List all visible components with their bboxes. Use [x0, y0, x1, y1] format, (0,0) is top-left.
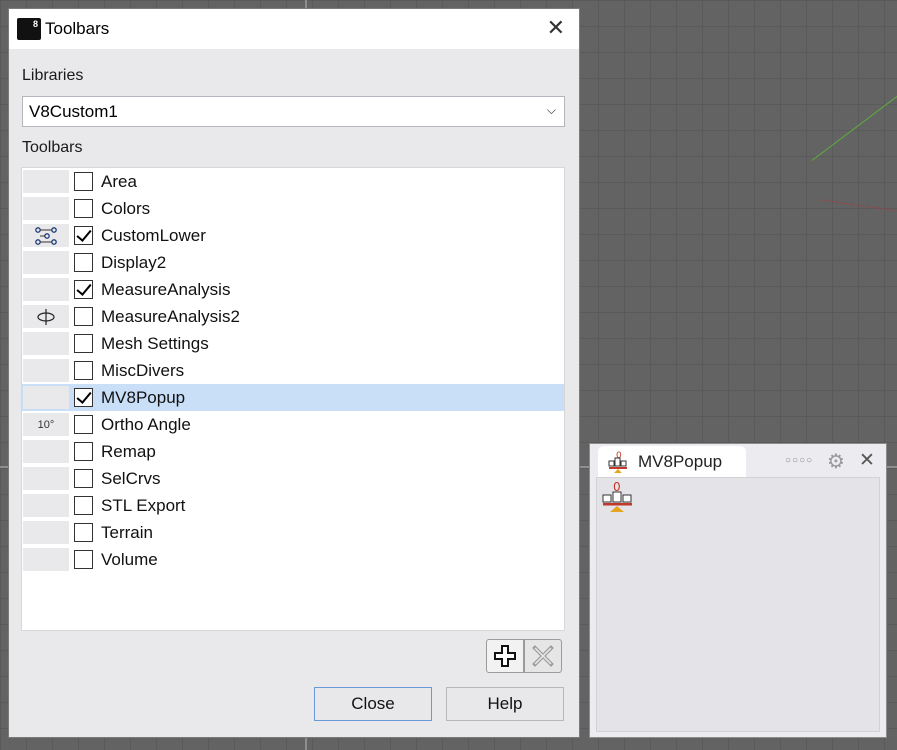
toolbar-checkbox[interactable] — [74, 307, 93, 326]
toolbar-label: MeasureAnalysis — [101, 279, 231, 299]
toolbar-checkbox[interactable] — [74, 253, 93, 272]
mv8popup-icon: 0 — [602, 480, 632, 512]
delete-icon — [532, 645, 554, 667]
plus-icon — [494, 645, 516, 667]
list-item[interactable]: Mesh Settings — [22, 330, 564, 357]
toolbar-thumbnail — [23, 467, 69, 490]
toolbar-thumbnail — [23, 224, 69, 247]
ellipse-axis-icon — [37, 308, 55, 325]
close-button[interactable]: Close — [314, 687, 432, 721]
toolbar-label: Remap — [101, 441, 156, 461]
toolbar-checkbox[interactable] — [74, 334, 93, 353]
toolbar-label: MeasureAnalysis2 — [101, 306, 240, 326]
toolbar-checkbox[interactable] — [74, 550, 93, 569]
toolbar-label: STL Export — [101, 495, 186, 515]
libraries-label: Libraries — [22, 67, 84, 84]
toolbar-label: Colors — [101, 198, 151, 218]
toolbar-label: Volume — [101, 549, 158, 569]
toolbar-thumbnail — [23, 170, 69, 193]
toolbars-dialog: 8 Toolbars ✕ Libraries V8Custom1 ⌵ Toolb… — [8, 8, 580, 738]
mv8popup-toolbar-panel: 0 MV8Popup ○○○○ ⚙ ✕ 0 — [589, 443, 887, 738]
toolbar-label: Area — [101, 171, 137, 191]
chevron-down-icon: ⌵ — [546, 103, 556, 117]
mv8popup-icon: 0 — [608, 451, 627, 473]
list-item[interactable]: Remap — [22, 438, 564, 465]
list-item[interactable]: MiscDivers — [22, 357, 564, 384]
list-item[interactable]: Volume — [22, 546, 564, 573]
viewport-axis-horizontal-left — [0, 466, 8, 468]
mv8popup-button[interactable]: 0 — [601, 480, 635, 519]
help-button[interactable]: Help — [446, 687, 564, 721]
toolbar-checkbox[interactable] — [74, 469, 93, 488]
toolbar-checkbox[interactable] — [74, 361, 93, 380]
toolbar-thumbnail: 10° — [23, 413, 69, 436]
viewport-x-axis-line — [820, 199, 897, 212]
list-item[interactable]: MeasureAnalysis — [22, 276, 564, 303]
list-item[interactable]: Area — [22, 168, 564, 195]
toolbar-checkbox[interactable] — [74, 226, 93, 245]
toolbar-label: SelCrvs — [101, 468, 161, 488]
toolbar-label: Terrain — [101, 522, 153, 542]
toolbar-thumbnail — [23, 386, 69, 409]
toolbar-thumbnail — [23, 332, 69, 355]
list-item[interactable]: STL Export — [22, 492, 564, 519]
list-item[interactable]: Terrain — [22, 519, 564, 546]
list-item[interactable]: SelCrvs — [22, 465, 564, 492]
dialog-title: Toolbars — [45, 19, 110, 38]
toolbar-checkbox[interactable] — [74, 523, 93, 542]
delete-toolbar-button[interactable] — [524, 639, 562, 673]
close-icon[interactable]: ✕ — [547, 16, 565, 40]
panel-drag-handle[interactable]: ○○○○ — [785, 455, 813, 466]
toolbar-thumbnail — [23, 521, 69, 544]
panel-body: 0 — [596, 477, 880, 732]
network-icon — [35, 226, 57, 245]
toolbar-thumbnail — [23, 278, 69, 301]
toolbar-checkbox[interactable] — [74, 199, 93, 218]
toolbar-checkbox[interactable] — [74, 388, 93, 407]
list-item[interactable]: 10° Ortho Angle — [22, 411, 564, 438]
toolbar-checkbox[interactable] — [74, 496, 93, 515]
list-item[interactable]: Colors — [22, 195, 564, 222]
toolbar-list[interactable]: Area Colors CustomLower Display2 Measure… — [21, 167, 565, 631]
toolbar-thumbnail — [23, 305, 69, 328]
toolbar-thumbnail — [23, 494, 69, 517]
panel-tab-label: MV8Popup — [638, 452, 723, 471]
panel-tab[interactable]: 0 MV8Popup — [598, 446, 746, 478]
toolbar-thumbnail — [23, 548, 69, 571]
toolbar-checkbox[interactable] — [74, 415, 93, 434]
library-select[interactable]: V8Custom1 ⌵ — [22, 96, 565, 127]
toolbar-label: MV8Popup — [101, 387, 186, 407]
list-item-selected[interactable]: MV8Popup — [22, 384, 564, 411]
toolbar-thumbnail — [23, 359, 69, 382]
viewport-y-axis-line — [811, 93, 897, 161]
list-item[interactable]: MeasureAnalysis2 — [22, 303, 564, 330]
toolbar-checkbox[interactable] — [74, 442, 93, 461]
toolbar-thumbnail — [23, 251, 69, 274]
list-item[interactable]: Display2 — [22, 249, 564, 276]
viewport-axis-vertical-bottom — [305, 738, 307, 750]
close-icon[interactable]: ✕ — [859, 449, 875, 472]
list-item[interactable]: CustomLower — [22, 222, 564, 249]
viewport-axis-vertical — [305, 0, 307, 8]
toolbar-label: CustomLower — [101, 225, 206, 245]
toolbar-label: Ortho Angle — [101, 414, 191, 434]
toolbar-checkbox[interactable] — [74, 172, 93, 191]
dialog-titlebar[interactable]: 8 Toolbars ✕ — [9, 9, 579, 49]
toolbar-label: Mesh Settings — [101, 333, 209, 353]
add-toolbar-button[interactable] — [486, 639, 524, 673]
gear-icon[interactable]: ⚙ — [827, 449, 845, 474]
toolbar-thumbnail — [23, 440, 69, 463]
viewport-axis-horizontal-right — [887, 466, 897, 468]
library-select-value: V8Custom1 — [29, 102, 118, 121]
toolbar-checkbox[interactable] — [74, 280, 93, 299]
rhino-logo-icon: 8 — [17, 18, 41, 40]
toolbars-label: Toolbars — [22, 139, 83, 156]
toolbar-label: Display2 — [101, 252, 167, 272]
toolbar-thumbnail — [23, 197, 69, 220]
toolbar-label: MiscDivers — [101, 360, 185, 380]
